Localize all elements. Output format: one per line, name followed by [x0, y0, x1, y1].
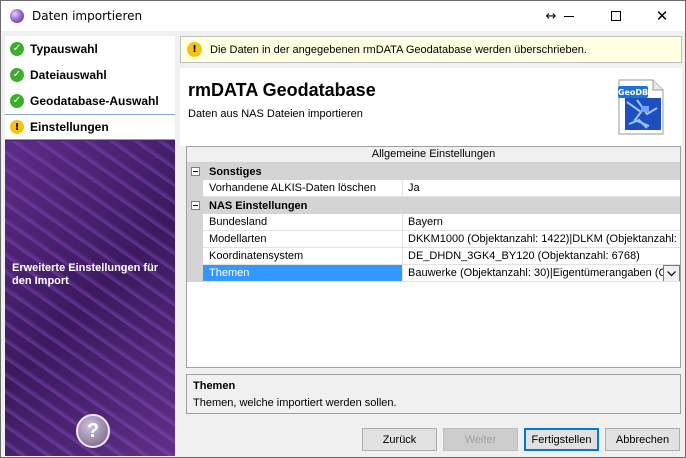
- property-name: Vorhandene ALKIS-Daten löschen: [203, 180, 403, 197]
- minimize-button[interactable]: [546, 1, 592, 31]
- property-name: Modellarten: [203, 231, 403, 248]
- collapse-icon[interactable]: [187, 197, 203, 214]
- property-row[interactable]: Vorhandene ALKIS-Daten löschen Ja: [187, 180, 680, 197]
- check-icon: ✓: [10, 41, 24, 56]
- property-name: Themen: [203, 265, 403, 282]
- collapse-icon[interactable]: [187, 163, 203, 180]
- finish-button[interactable]: Fertigstellen: [524, 428, 599, 451]
- category-nas-einstellungen[interactable]: NAS Einstellungen: [187, 197, 680, 214]
- step-label: Typauswahl: [30, 41, 98, 56]
- property-value[interactable]: DE_DHDN_3GK4_BY120 (Objektanzahl: 6768): [403, 248, 680, 265]
- next-button[interactable]: Weiter: [443, 428, 518, 451]
- property-value-dropdown[interactable]: Bauwerke (Objektanzahl: 30)|Eigentümeran…: [403, 265, 680, 282]
- step-einstellungen[interactable]: ! Einstellungen: [5, 114, 175, 140]
- property-row[interactable]: Koordinatensystem DE_DHDN_3GK4_BY120 (Ob…: [187, 248, 680, 265]
- grid-heading: Allgemeine Einstellungen: [187, 147, 680, 163]
- description-title: Themen: [193, 380, 236, 392]
- app-icon: [10, 9, 24, 23]
- check-icon: ✓: [10, 93, 24, 108]
- warning-icon: !: [10, 120, 24, 134]
- property-name: Bundesland: [203, 214, 403, 231]
- page-header: rmDATA Geodatabase Daten aus NAS Dateien…: [180, 68, 682, 146]
- row-gutter: [187, 231, 203, 248]
- wizard-sidebar: ✓ Typauswahl ✓ Dateiauswahl ✓ Geodatabas…: [5, 36, 175, 456]
- close-button[interactable]: ✕: [639, 1, 685, 31]
- step-geodatabase-auswahl[interactable]: ✓ Geodatabase-Auswahl: [5, 88, 175, 114]
- maximize-button[interactable]: [593, 1, 639, 31]
- warning-banner: ! Die Daten in der angegebenen rmDATA Ge…: [180, 36, 682, 63]
- maximize-icon: [611, 11, 621, 21]
- property-value: Bauwerke (Objektanzahl: 30)|Eigentümeran…: [408, 267, 674, 279]
- category-label: NAS Einstellungen: [209, 199, 308, 212]
- page-title: rmDATA Geodatabase: [188, 80, 376, 100]
- geodb-icon: GeoDB: [618, 79, 664, 135]
- step-typauswahl[interactable]: ✓ Typauswahl: [5, 36, 175, 62]
- step-label: Dateiauswahl: [30, 67, 107, 82]
- row-gutter: [187, 214, 203, 231]
- row-gutter: [187, 265, 203, 282]
- property-value[interactable]: Bayern: [403, 214, 680, 231]
- property-grid[interactable]: Allgemeine Einstellungen Sonstiges Vorha…: [186, 146, 681, 368]
- window-title: Daten importieren: [32, 9, 143, 23]
- description-panel: Themen Themen, welche importiert werden …: [186, 374, 681, 414]
- property-row[interactable]: Bundesland Bayern: [187, 214, 680, 231]
- title-bar[interactable]: Daten importieren ↔ ✕: [1, 1, 685, 31]
- sidebar-map-image: [5, 141, 175, 456]
- category-sonstiges[interactable]: Sonstiges: [187, 163, 680, 180]
- property-value[interactable]: DKKM1000 (Objektanzahl: 1422)|DLKM (Obje…: [403, 231, 680, 248]
- warning-icon: !: [187, 42, 202, 57]
- step-label: Einstellungen: [30, 120, 109, 134]
- minimize-icon: [564, 15, 574, 17]
- help-button[interactable]: ?: [76, 414, 110, 448]
- cancel-button[interactable]: Abbrechen: [605, 428, 680, 451]
- step-label: Geodatabase-Auswahl: [30, 93, 159, 108]
- back-button[interactable]: Zurück: [362, 428, 437, 451]
- sidebar-caption: Erweiterte Einstellungen für den Import: [12, 262, 159, 287]
- step-dateiauswahl[interactable]: ✓ Dateiauswahl: [5, 62, 175, 88]
- banner-text: Die Daten in der angegebenen rmDATA Geod…: [210, 43, 587, 56]
- page-subtitle: Daten aus NAS Dateien importieren: [188, 108, 363, 120]
- category-label: Sonstiges: [209, 165, 262, 178]
- property-name: Koordinatensystem: [203, 248, 403, 265]
- property-value[interactable]: Ja: [403, 180, 680, 197]
- chevron-down-icon[interactable]: [663, 265, 680, 281]
- check-icon: ✓: [10, 67, 24, 82]
- property-row-selected[interactable]: Themen Bauwerke (Objektanzahl: 30)|Eigen…: [187, 265, 680, 282]
- row-gutter: [187, 180, 203, 197]
- geodb-icon-label: GeoDB: [618, 88, 648, 97]
- description-text: Themen, welche importiert werden sollen.: [193, 397, 397, 409]
- wizard-steps: ✓ Typauswahl ✓ Dateiauswahl ✓ Geodatabas…: [5, 36, 175, 140]
- property-row[interactable]: Modellarten DKKM1000 (Objektanzahl: 1422…: [187, 231, 680, 248]
- row-gutter: [187, 248, 203, 265]
- import-dialog: Daten importieren ↔ ✕ ✓ Typauswahl ✓ Dat…: [0, 0, 686, 458]
